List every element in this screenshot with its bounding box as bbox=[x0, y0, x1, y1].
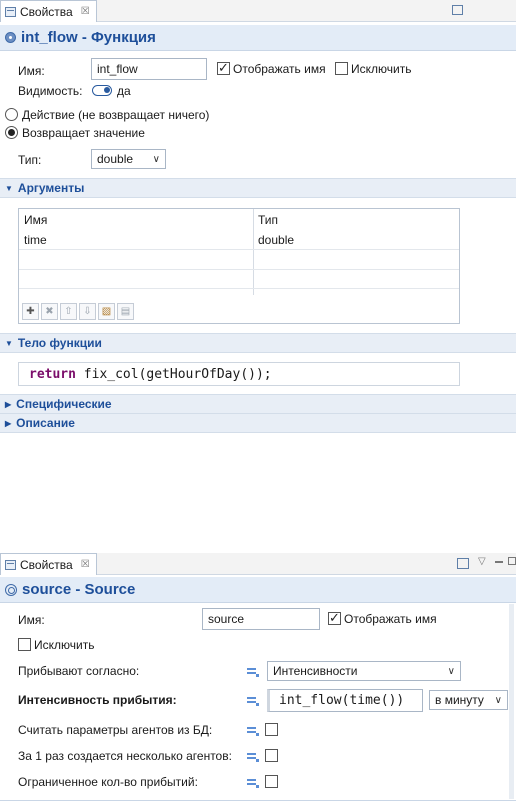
collapsed-triangle-icon: ▶ bbox=[5, 418, 12, 428]
function-icon bbox=[5, 32, 16, 43]
dynamic-param-icon[interactable] bbox=[247, 695, 259, 706]
section-function-body[interactable]: ▼ Тело функции bbox=[0, 333, 516, 353]
exclude-checkbox[interactable] bbox=[18, 638, 31, 651]
panel-title-2: source - Source bbox=[0, 577, 516, 603]
maximize-icon[interactable] bbox=[452, 5, 463, 15]
section-arguments-label: Аргументы bbox=[17, 181, 85, 195]
maximize-icon[interactable] bbox=[508, 557, 516, 565]
table-header-row: Имя Тип bbox=[19, 211, 459, 230]
static-param-icon[interactable] bbox=[247, 666, 259, 677]
arrive-label: Прибывают согласно: bbox=[18, 664, 140, 678]
delete-row-button[interactable]: ✖ bbox=[41, 303, 58, 320]
bottom-divider bbox=[0, 800, 516, 801]
code-text: fix_col(getHourOfDay()); bbox=[75, 367, 272, 382]
db-params-checkbox[interactable] bbox=[265, 723, 278, 736]
radio-return-label: Возвращает значение bbox=[22, 126, 145, 140]
radio-return-value[interactable] bbox=[5, 126, 18, 139]
limited-arrivals-checkbox[interactable] bbox=[265, 775, 278, 788]
chevron-down-icon: ∨ bbox=[494, 694, 502, 706]
view-menu-icon[interactable]: ▽ bbox=[478, 556, 486, 567]
header-name: Имя bbox=[24, 213, 48, 227]
arg-type-cell[interactable]: double bbox=[253, 231, 294, 250]
page-title: int_flow - Функция bbox=[21, 29, 156, 46]
exclude-label: Исключить bbox=[34, 638, 95, 652]
visibility-toggle[interactable] bbox=[92, 85, 112, 96]
exclude-checkbox[interactable] bbox=[335, 62, 348, 75]
limited-arrivals-label: Ограниченное кол-во прибытий: bbox=[18, 775, 198, 789]
panel-title-1: int_flow - Функция bbox=[0, 25, 516, 51]
show-name-checkbox[interactable] bbox=[328, 610, 341, 626]
source-icon bbox=[5, 583, 17, 596]
name-field[interactable]: int_flow bbox=[91, 58, 207, 80]
code-keyword: return bbox=[29, 367, 76, 382]
rate-expression-field[interactable]: int_flow(time()) bbox=[267, 689, 423, 712]
paste-button[interactable]: ▧ bbox=[98, 303, 115, 320]
show-name-label: Отображать имя bbox=[344, 612, 437, 626]
rate-label: Интенсивность прибытия: bbox=[18, 693, 177, 707]
move-down-button[interactable]: ⇩ bbox=[79, 303, 96, 320]
expand-triangle-icon: ▼ bbox=[5, 338, 13, 348]
name-label: Имя: bbox=[18, 613, 45, 627]
arg-name-cell[interactable]: time bbox=[19, 231, 47, 250]
add-row-button[interactable]: ✚ bbox=[22, 303, 39, 320]
section-specific-label: Специфические bbox=[16, 397, 112, 411]
chevron-down-icon: ∨ bbox=[447, 665, 455, 677]
radio-action-label: Действие (не возвращает ничего) bbox=[22, 108, 210, 122]
copy-button[interactable]: ▤ bbox=[117, 303, 134, 320]
chevron-down-icon: ∨ bbox=[152, 153, 160, 165]
properties-view-icon bbox=[5, 559, 16, 570]
function-body-editor[interactable]: return fix_col(getHourOfDay()); bbox=[18, 362, 460, 386]
section-description-label: Описание bbox=[16, 416, 75, 430]
multiple-agents-checkbox[interactable] bbox=[265, 749, 278, 762]
static-param-icon[interactable] bbox=[247, 725, 259, 736]
section-specific[interactable]: ▶ Специфические bbox=[0, 394, 516, 414]
scrollbar[interactable] bbox=[509, 604, 514, 799]
expand-triangle-icon: ▼ bbox=[5, 183, 13, 193]
show-name-checkbox[interactable] bbox=[217, 60, 230, 76]
arguments-table: Имя Тип time double ✚ ✖ ⇧ ⇩ ▧ ▤ bbox=[18, 208, 460, 324]
static-param-icon[interactable] bbox=[247, 777, 259, 788]
properties-tabbar-2: Свойства ☒ ▽ bbox=[0, 553, 516, 575]
properties-view-icon bbox=[5, 6, 16, 17]
tab-label: Свойства bbox=[20, 4, 73, 19]
name-field[interactable]: source bbox=[202, 608, 320, 630]
minimize-icon[interactable] bbox=[495, 561, 503, 563]
multiple-agents-label: За 1 раз создается несколько агентов: bbox=[18, 749, 232, 763]
properties-tab-1[interactable]: Свойства ☒ bbox=[0, 0, 97, 22]
static-param-icon[interactable] bbox=[247, 751, 259, 762]
new-window-icon[interactable] bbox=[457, 558, 469, 569]
table-row[interactable]: time double bbox=[19, 231, 459, 250]
page-title: source - Source bbox=[22, 581, 136, 598]
radio-action[interactable] bbox=[5, 108, 18, 121]
properties-tabbar-1: Свойства ☒ bbox=[0, 0, 516, 22]
rate-unit-dropdown[interactable]: в минуту ∨ bbox=[429, 690, 508, 710]
visibility-value: да bbox=[117, 84, 131, 98]
table-row[interactable] bbox=[19, 251, 459, 270]
type-value: double bbox=[97, 152, 134, 166]
exclude-label: Исключить bbox=[351, 62, 412, 76]
section-description[interactable]: ▶ Описание bbox=[0, 413, 516, 433]
section-body-label: Тело функции bbox=[17, 336, 102, 350]
table-row[interactable] bbox=[19, 270, 459, 289]
name-label: Имя: bbox=[18, 64, 45, 78]
collapsed-triangle-icon: ▶ bbox=[5, 399, 12, 409]
type-dropdown[interactable]: double ∨ bbox=[91, 149, 166, 169]
close-tab-icon[interactable]: ☒ bbox=[81, 559, 90, 570]
rate-unit-value: в минуту bbox=[435, 693, 484, 707]
type-label: Тип: bbox=[18, 153, 42, 167]
visibility-label: Видимость: bbox=[18, 84, 83, 98]
move-up-button[interactable]: ⇧ bbox=[60, 303, 77, 320]
section-arguments[interactable]: ▼ Аргументы bbox=[0, 178, 516, 198]
tab-label: Свойства bbox=[20, 557, 73, 572]
close-tab-icon[interactable]: ☒ bbox=[81, 6, 90, 17]
arrive-value: Интенсивности bbox=[273, 664, 358, 678]
properties-tab-2[interactable]: Свойства ☒ bbox=[0, 553, 97, 575]
header-type: Тип bbox=[258, 213, 279, 227]
arrive-dropdown[interactable]: Интенсивности ∨ bbox=[267, 661, 461, 681]
db-params-label: Считать параметры агентов из БД: bbox=[18, 723, 213, 737]
show-name-label: Отображать имя bbox=[233, 62, 326, 76]
